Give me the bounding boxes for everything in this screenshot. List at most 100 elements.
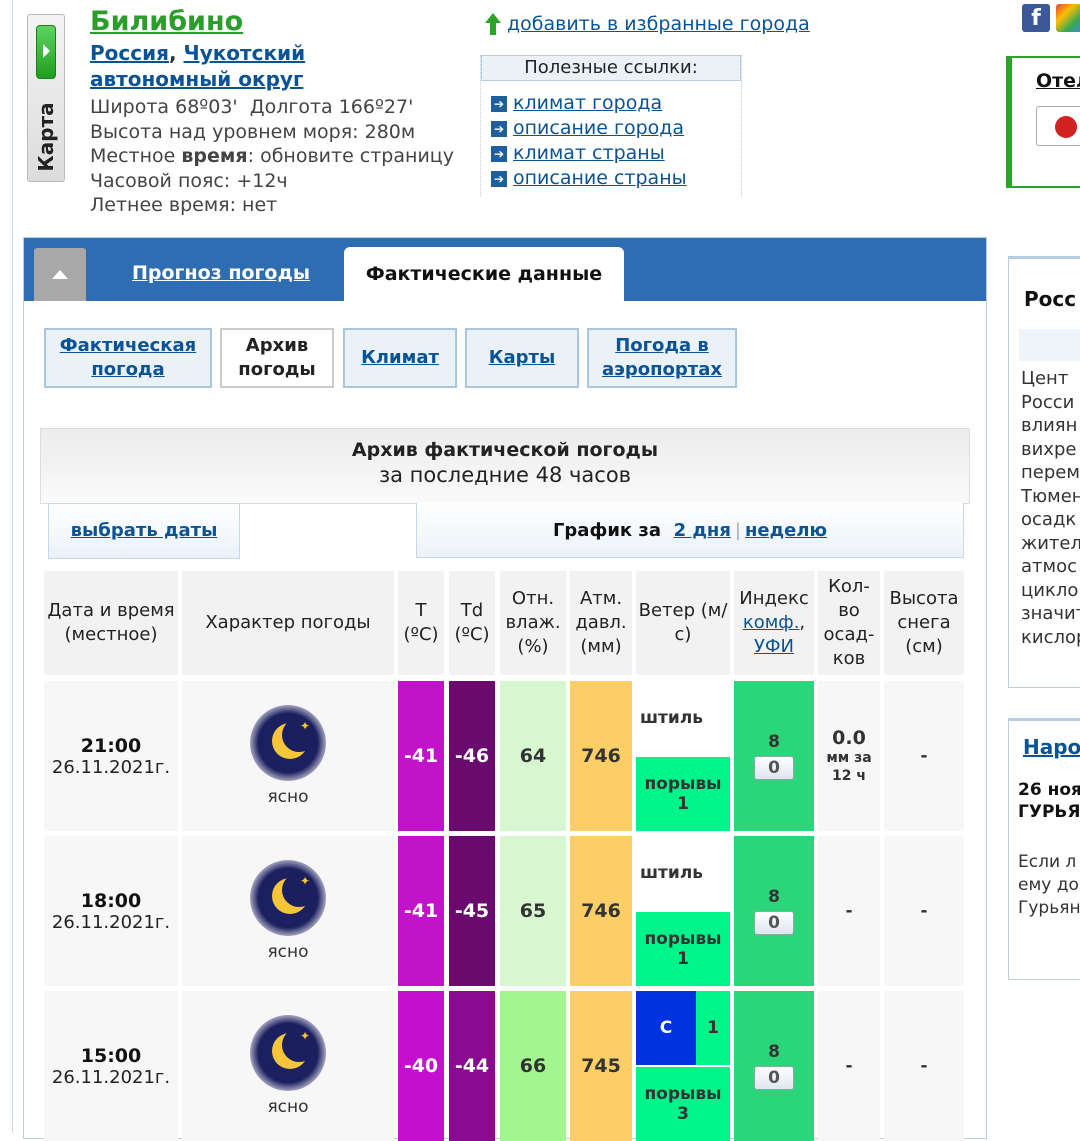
header-precipitation: Кол-во осад-ков (818, 571, 880, 675)
tab-actual-data[interactable]: Фактические данные (344, 247, 624, 301)
tab-bar: Прогноз погоды Фактические данные (24, 238, 986, 301)
dst: Летнее время: нет (90, 194, 278, 216)
precip-note: мм за 12 ч (826, 750, 872, 784)
longitude: Долгота 166º27' (249, 96, 414, 118)
useful-link[interactable]: климат страны (513, 141, 665, 166)
subtab-airports[interactable]: Погода в аэропортах (587, 328, 737, 388)
row-date: 26.11.2021г. (51, 1066, 171, 1088)
table-row: 18:00 26.11.2021г. (44, 836, 178, 986)
arrow-right-icon: ➔ (491, 170, 507, 187)
local-time-bold: время (181, 145, 248, 167)
subtab-label: Погода в аэропортах (602, 335, 722, 380)
arrow-right-icon: ➔ (491, 145, 507, 162)
temperature-cell: -40 (398, 991, 444, 1141)
snow-cell: - (884, 681, 964, 831)
gust-label: порывы (644, 774, 722, 794)
subtab-label: Фактическая погода (59, 335, 197, 380)
social-share-icon[interactable] (1056, 4, 1080, 32)
hotel-search-button[interactable] (1036, 106, 1080, 146)
subtab-archive[interactable]: Архив погоды (220, 328, 334, 388)
comfort-cell: 8 0 (734, 836, 814, 986)
snow-cell: - (884, 836, 964, 986)
arrow-up-icon (485, 13, 501, 35)
gust-label: порывы (644, 1084, 722, 1104)
comfort-index-link[interactable]: комф. (743, 612, 800, 633)
subtab-label: Климат (361, 347, 439, 368)
gust-cell: порывы 1 (636, 757, 730, 831)
collapse-up-icon[interactable] (34, 248, 86, 301)
hotels-title[interactable]: Отел (1036, 70, 1080, 92)
news-bar (1019, 329, 1080, 361)
uv-index-button[interactable]: 0 (754, 911, 794, 935)
humidity-cell: 65 (500, 836, 566, 986)
header-index-prefix: Индекс (739, 588, 809, 609)
comfort-cell: 8 0 (734, 991, 814, 1141)
condition-label: ясно (267, 787, 309, 807)
precip-value: 0.0 (832, 727, 866, 749)
news-title: Росс (1024, 287, 1077, 311)
weather-panel: Прогноз погоды Фактические данные Фактич… (23, 237, 987, 1141)
useful-link-item: ➔ климат города (491, 91, 687, 116)
header-comfort-index: Индекс комф., УФИ (734, 571, 814, 675)
header-wind: Ветер (м/с) (636, 571, 730, 675)
conditions-cell: ✦ ясно (182, 991, 394, 1141)
latitude: Широта 68º03' (90, 96, 238, 118)
expand-arrow-icon (36, 25, 56, 79)
wind-speed-cell: 1 (696, 991, 730, 1065)
temperature-cell: -41 (398, 681, 444, 831)
useful-link[interactable]: описание страны (513, 166, 687, 191)
uv-index-button[interactable]: 0 (754, 1066, 794, 1090)
useful-link[interactable]: климат города (513, 91, 662, 116)
header-temperature: T (ºC) (398, 571, 444, 675)
facebook-icon[interactable]: f (1022, 4, 1050, 32)
wind-cell: штиль (640, 708, 704, 728)
clear-night-moon-icon: ✦ (250, 705, 326, 781)
folk-calendar-date: 26 ноя ГУРЬЯ (1018, 780, 1080, 822)
country-link[interactable]: Россия (90, 41, 169, 65)
useful-links-list: ➔ климат города ➔ описание города ➔ климат … (491, 91, 687, 191)
gust-cell: порывы 3 (636, 1067, 730, 1141)
header-pressure: Атм. давл. (мм) (570, 571, 632, 675)
row-time: 21:00 (80, 734, 142, 757)
header-humidity: Отн. влаж. (%) (500, 571, 566, 675)
pressure-cell: 746 (570, 836, 632, 986)
subtab-climate[interactable]: Климат (343, 328, 457, 388)
snow-cell: - (884, 991, 964, 1141)
useful-link-item: ➔ описание страны (491, 166, 687, 191)
table-row: 15:00 26.11.2021г. (44, 991, 178, 1141)
uv-index-button[interactable]: 0 (754, 756, 794, 780)
pressure-cell: 745 (570, 991, 632, 1141)
city-title[interactable]: Билибино (90, 6, 243, 37)
add-favorite-link[interactable]: добавить в избранные города (507, 13, 810, 35)
graph-label: График за (552, 520, 662, 541)
uv-index-link[interactable]: УФИ (754, 635, 794, 659)
tab-forecast[interactable]: Прогноз погоды (132, 262, 310, 284)
folk-calendar-text: Если л ему до Гурьян (1018, 852, 1080, 918)
pressure-cell: 746 (570, 681, 632, 831)
comfort-value: 8 (768, 1042, 780, 1062)
graph-2days-link[interactable]: 2 дня (674, 520, 731, 541)
header-dewpoint: Td (ºC) (449, 571, 495, 675)
select-dates-box: выбрать даты (48, 503, 240, 559)
news-text: Цент Росси влиян вихре перем Тюмен осадк… (1021, 368, 1080, 648)
precip-cell: - (818, 836, 880, 986)
conditions-cell: ✦ ясно (182, 681, 394, 831)
condition-label: ясно (267, 942, 309, 962)
humidity-cell: 66 (500, 991, 566, 1141)
useful-links-title: Полезные ссылки: (481, 55, 741, 81)
archive-title: Архив фактической погоды (351, 439, 659, 461)
map-label: Карта (34, 102, 58, 172)
map-toggle-button[interactable]: Карта (27, 14, 65, 182)
precip-cell: 0.0 мм за 12 ч (818, 681, 880, 831)
header-conditions: Характер погоды (182, 571, 394, 675)
local-time-label: Местное (90, 145, 182, 167)
gust-value: 1 (677, 949, 689, 969)
altitude: Высота над уровнем моря: 280м (90, 120, 416, 143)
select-dates-link[interactable]: выбрать даты (71, 520, 218, 541)
subtab-actual-weather[interactable]: Фактическая погода (44, 328, 212, 388)
useful-link[interactable]: описание города (513, 116, 684, 141)
graph-week-link[interactable]: неделю (745, 520, 827, 541)
subtab-maps[interactable]: Карты (465, 328, 579, 388)
folk-calendar-link[interactable]: Наро (1023, 735, 1080, 759)
gust-cell: порывы 1 (636, 912, 730, 986)
